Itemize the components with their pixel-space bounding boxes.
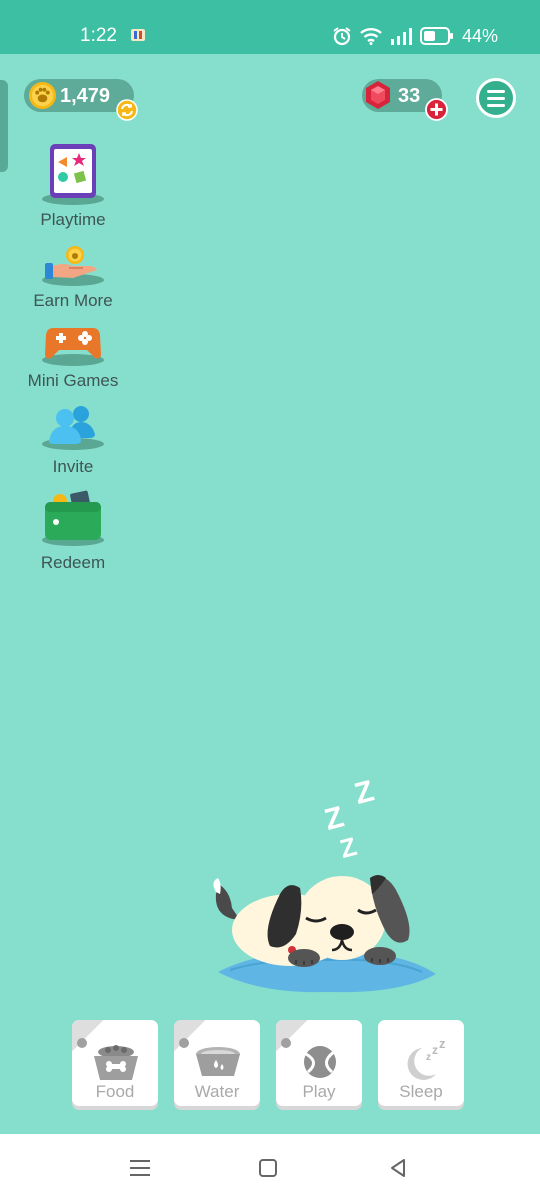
menu-line [487, 89, 505, 93]
zzz-small: Z [337, 831, 360, 864]
play-button[interactable]: Play [276, 1020, 362, 1106]
play-label: Play [302, 1082, 336, 1101]
sidebar-label-redeem: Redeem [40, 553, 106, 572]
status-bar: 1:22 44% [0, 0, 540, 54]
sidebar-label-invite: Invite [52, 457, 94, 476]
coin-balance: 1,479 [60, 85, 111, 107]
sleeping-dog-illustration: Z Z Z [213, 774, 436, 993]
sleep-button[interactable]: z z z Sleep [378, 1020, 464, 1106]
status-icons: 44% [332, 24, 498, 48]
sidebar-label-earn-more: Earn More [33, 291, 113, 310]
cooldown-dot [179, 1038, 189, 1048]
cooldown-dot [281, 1038, 291, 1048]
sidebar-item-redeem[interactable]: Redeem [20, 490, 126, 574]
svg-text:z: z [426, 1052, 431, 1063]
gamepad-icon [45, 328, 101, 359]
wallet-icon [45, 490, 101, 540]
food-bowl-icon [94, 1045, 138, 1080]
ruby-gem-icon [366, 81, 390, 109]
back-icon[interactable] [386, 1156, 410, 1180]
system-navigation-bar [0, 1134, 540, 1200]
sidebar-label-playtime: Playtime [40, 210, 106, 229]
home-icon[interactable] [256, 1156, 280, 1180]
app-notification-icon [131, 29, 145, 41]
sleeping-pet[interactable]: Z Z Z [200, 770, 450, 1000]
moon-icon: z z z [407, 1040, 446, 1080]
sidebar-item-playtime[interactable]: Playtime [20, 143, 126, 231]
wifi-icon [360, 28, 382, 45]
paw-coin-icon [28, 81, 57, 110]
zzz-medium: Z [321, 800, 347, 837]
svg-text:z: z [432, 1043, 438, 1057]
svg-text:z: z [439, 1040, 446, 1051]
cooldown-dot [77, 1038, 87, 1048]
status-time: 1:22 [80, 25, 117, 46]
menu-button[interactable] [476, 78, 516, 118]
zzz-large: Z [351, 774, 377, 811]
sleep-label: Sleep [399, 1082, 443, 1101]
menu-line [487, 103, 505, 107]
side-drawer-handle[interactable] [0, 80, 8, 172]
sidebar-item-mini-games[interactable]: Mini Games [20, 322, 126, 392]
exchange-icon[interactable] [116, 99, 138, 121]
gem-balance: 33 [398, 85, 421, 107]
sidebar-label-mini-games: Mini Games [27, 371, 119, 390]
water-bowl-icon [196, 1047, 240, 1076]
recent-apps-icon[interactable] [128, 1156, 152, 1180]
people-icon [49, 406, 95, 444]
alarm-icon [333, 27, 351, 46]
menu-line [487, 96, 505, 100]
sidebar-item-invite[interactable]: Invite [20, 404, 126, 478]
add-gems-icon[interactable] [425, 98, 448, 121]
signal-icon [390, 28, 412, 45]
food-button[interactable]: Food [72, 1020, 158, 1106]
sidebar-item-earn-more[interactable]: Earn More [20, 244, 126, 312]
tablet-shapes-icon [50, 144, 96, 198]
hand-coin-icon [45, 246, 97, 279]
water-button[interactable]: Water [174, 1020, 260, 1106]
ball-icon [304, 1046, 336, 1078]
water-label: Water [194, 1082, 240, 1101]
food-label: Food [95, 1082, 135, 1101]
battery-percent: 44% [461, 26, 498, 46]
battery-icon [419, 27, 453, 45]
